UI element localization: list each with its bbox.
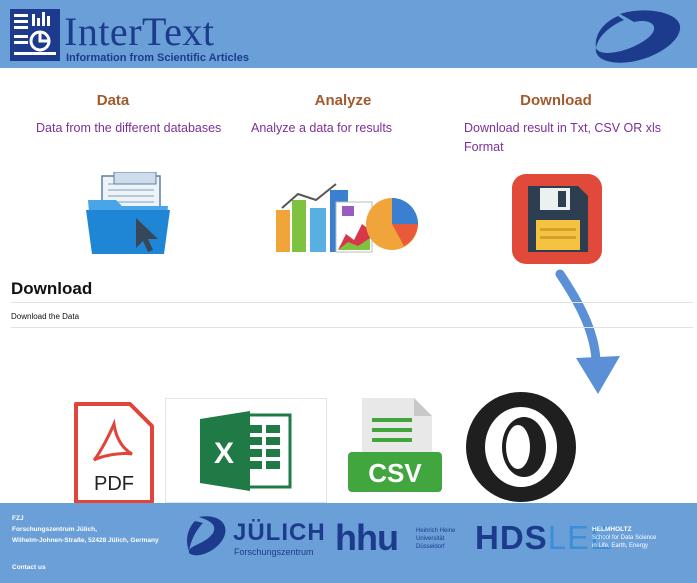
hhu-line: Universität — [416, 536, 445, 542]
feature-description: Analyze a data for results — [251, 121, 393, 135]
contact-link[interactable]: Contact us — [12, 564, 46, 571]
folder-cursor-icon — [86, 172, 170, 254]
hds-text: HDS — [475, 519, 548, 556]
site-header: InterText Information from Scientific Ar… — [0, 0, 697, 68]
download-link[interactable]: Download the Data — [11, 312, 79, 321]
hhu-logo-subtext: Heinrich Heine Universität Düsseldorf — [416, 527, 455, 551]
brand-title: InterText — [64, 9, 215, 54]
download-heading: Download — [11, 279, 93, 298]
excel-label: X — [214, 437, 234, 470]
footer-address: FZJ Forschungszentrum Jülich, Wilhelm-Jo… — [12, 513, 159, 546]
feature-description: Data from the different databases — [36, 121, 222, 135]
arrow-down-icon — [555, 269, 620, 394]
floppy-disk-icon — [512, 174, 602, 264]
footer-name: Forschungszentrum Jülich, — [12, 526, 97, 533]
intertext-logo-icon — [10, 9, 60, 61]
pdf-download-button[interactable]: PDF — [68, 398, 158, 504]
divider — [11, 327, 693, 328]
excel-icon: X — [200, 411, 292, 491]
charts-icon — [276, 183, 418, 253]
helmholtz-school-text: HELMHOLTZ School for Data Science in Lif… — [592, 526, 656, 550]
feature-download: Download Download result in Txt, CSV OR … — [446, 90, 666, 157]
footer-org: FZJ — [12, 515, 24, 522]
julich-logo-text: JÜLICH — [233, 519, 326, 546]
brand-subtitle: Information from Scientific Articles — [66, 52, 249, 64]
hhu-line: Heinrich Heine — [416, 528, 456, 534]
julich-logo-icon — [187, 516, 226, 556]
feature-analyze: Analyze Analyze a data for results — [233, 90, 453, 138]
feature-title: Download — [520, 92, 592, 109]
helm-line: in Life, Earth, Energy — [592, 543, 649, 549]
hhu-logo-text: hhu — [335, 517, 399, 558]
csv-label: CSV — [368, 458, 422, 488]
footer-street: Wilhelm-Johnen-Straße, 52428 Jülich, Ger… — [12, 537, 159, 544]
feature-title: Data — [96, 92, 130, 109]
fzj-swoosh-logo-icon — [595, 10, 681, 63]
csv-download-button[interactable]: CSV — [346, 396, 444, 496]
feature-title: Analyze — [314, 92, 372, 109]
helm-line: School for Data Science — [592, 535, 657, 541]
site-footer: FZJ Forschungszentrum Jülich, Wilhelm-Jo… — [0, 503, 697, 583]
json-download-button[interactable] — [462, 388, 580, 506]
julich-logo-subtext: Forschungszentrum — [234, 547, 314, 557]
pdf-label: PDF — [94, 473, 134, 495]
hhu-line: Düsseldorf — [416, 544, 445, 550]
feature-data: Data Data from the different databases — [18, 90, 238, 138]
feature-description: Download result in Txt, CSV OR xls Forma… — [464, 121, 662, 154]
divider — [11, 302, 693, 303]
excel-download-button[interactable]: X — [165, 398, 327, 503]
helm-line: HELMHOLTZ — [592, 526, 632, 533]
